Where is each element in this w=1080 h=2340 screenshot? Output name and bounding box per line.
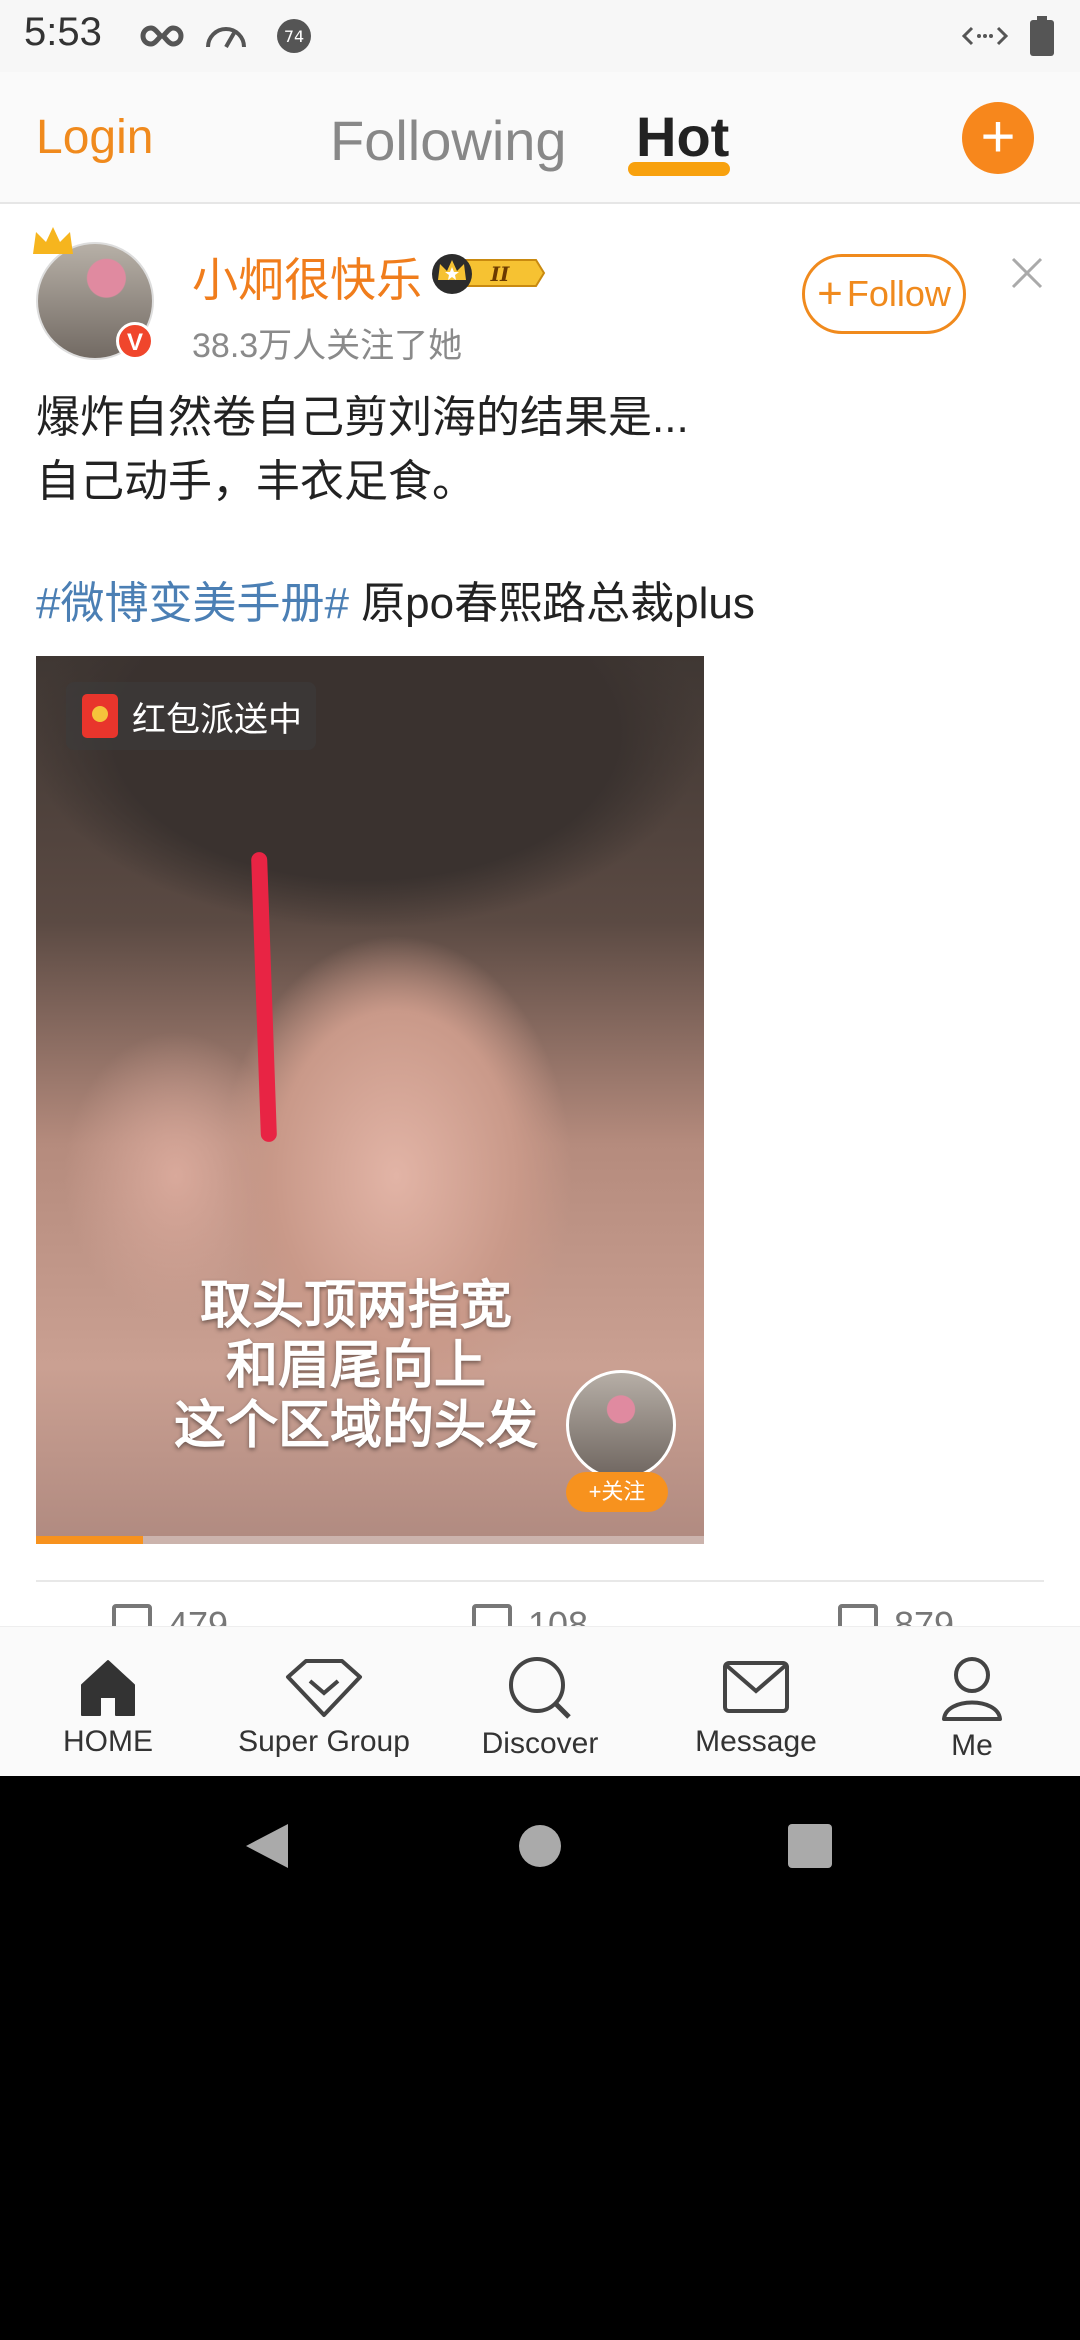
plus-icon: + [817,269,843,318]
svg-text:74: 74 [284,27,304,46]
compose-add-button[interactable]: + [962,102,1034,174]
follow-button[interactable]: + Follow [802,254,966,334]
bottom-navigation: HOME Super Group Discover Message Me [0,1626,1080,1776]
system-navigation-bar [0,1776,1080,1916]
nav-message-label: Message [695,1725,817,1758]
top-tab-bar: Login Following Hot + [0,72,1080,204]
hashtag-link[interactable]: #微博变美手册# [36,579,349,628]
video-follow-button[interactable]: +关注 [566,1472,668,1512]
home-icon [81,1660,135,1716]
video-caption: 取头顶两指宽 和眉尾向上 这个区域的头发 [146,1276,566,1456]
speedometer-icon [204,14,248,58]
nav-super-group-label: Super Group [238,1725,410,1758]
author-avatar[interactable]: V [33,227,154,360]
like-button[interactable]: 879 [838,1604,954,1626]
post-text-line-1: 爆炸自然卷自己剪刘海的结果是... [36,393,689,442]
discover-icon [509,1657,571,1719]
nav-message[interactable]: Message [648,1627,864,1776]
nav-me[interactable]: Me [864,1627,1080,1776]
comment-button[interactable]: 108 [472,1604,588,1626]
post-text-spacer [36,514,1036,572]
post-text-tail: 原po春熙路总裁plus [348,579,755,628]
post-text-line-2: 自己动手，丰衣足食。 [36,457,476,506]
nav-me-label: Me [951,1729,993,1762]
back-icon[interactable] [244,1822,290,1870]
nav-discover-label: Discover [481,1727,599,1760]
caption-line-1: 取头顶两指宽 [199,1277,512,1335]
comment-icon [472,1604,512,1626]
follow-label: Follow [846,273,951,314]
video-author-avatar[interactable] [566,1370,676,1480]
red-envelope-icon [82,694,118,738]
nav-home[interactable]: HOME [0,1627,216,1776]
svg-text:II: II [490,262,510,286]
status-time: 5:53 [24,10,102,54]
home-circle-icon[interactable] [518,1824,562,1868]
video-progress-bar[interactable] [36,1536,704,1544]
follower-count: 38.3万人关注了她 [192,327,463,365]
post-divider [36,1580,1044,1582]
super-group-icon [286,1659,362,1717]
like-icon [838,1604,878,1626]
login-button[interactable]: Login [36,110,153,165]
notification-74-icon: 74 [276,14,312,58]
close-icon[interactable] [1010,256,1044,295]
post-text-line-3: #微博变美手册# 原po春熙路总裁plus [36,572,1036,636]
caption-line-2: 和眉尾向上 [225,1337,486,1395]
post-body: 爆炸自然卷自己剪刘海的结果是... 自己动手，丰衣足食。 #微博变美手册# 原p… [36,386,1036,636]
app-screen: 5:53 74 Login Following Hot + V 小炯很快乐 II… [0,0,1080,1776]
vip-crown-badge: II [428,250,546,301]
video-progress-fill [36,1536,143,1544]
recents-icon[interactable] [788,1824,832,1868]
post-actions: 479 108 879 [0,1600,1080,1626]
repost-button[interactable]: 479 [112,1604,228,1626]
tab-hot[interactable]: Hot [636,104,729,169]
crown-icon [30,224,76,263]
nav-home-label: HOME [63,1725,153,1758]
infinity-icon [140,14,184,58]
author-name[interactable]: 小炯很快乐 [192,244,422,310]
nav-discover[interactable]: Discover [432,1627,648,1776]
data-arrows-icon [962,14,1008,58]
nav-super-group[interactable]: Super Group [216,1627,432,1776]
tab-following[interactable]: Following [330,108,567,173]
me-icon [942,1657,1002,1721]
message-icon [723,1661,789,1713]
status-bar: 5:53 74 [0,0,1080,72]
battery-icon [1030,14,1054,58]
video-player[interactable]: 红包派送中 取头顶两指宽 和眉尾向上 这个区域的头发 +关注 [36,656,704,1544]
caption-line-3: 这个区域的头发 [173,1397,538,1455]
red-packet-badge[interactable]: 红包派送中 [66,682,316,750]
verified-badge: V [116,322,154,360]
red-packet-label: 红包派送中 [132,700,302,739]
repost-icon [112,1604,152,1626]
like-count: 879 [894,1604,955,1626]
repost-count: 479 [168,1604,229,1626]
comment-count: 108 [528,1604,589,1626]
